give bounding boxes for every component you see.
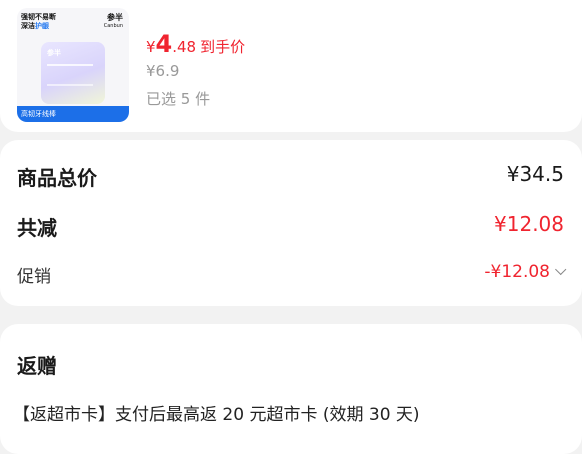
- reduce-label: 共减: [17, 216, 57, 240]
- thumbnail-tagline-1: 强韧不易断: [21, 13, 56, 21]
- brand-logo-text: 参半: [107, 13, 123, 22]
- original-price: ¥6.9: [146, 62, 180, 80]
- package-decoration: [47, 64, 93, 86]
- thumbnail-tagline-2a: 深洁: [21, 22, 35, 30]
- package-brand: 参半: [47, 49, 61, 57]
- rebate-description: 【返超市卡】支付后最高返 20 元超市卡 (效期 30 天): [13, 405, 420, 425]
- brand-logo-sub: Canbun: [103, 23, 123, 29]
- total-value: ¥34.5: [506, 162, 564, 186]
- selected-quantity: 已选 5 件: [146, 90, 211, 108]
- promo-row[interactable]: 促销 -¥12.08: [17, 262, 567, 292]
- product-thumbnail[interactable]: 强韧不易断 深洁护龈 参半 Canbun 参半 高韧牙线棒: [17, 8, 129, 122]
- promo-value: -¥12.08: [484, 262, 550, 282]
- thumbnail-bottom-label: 高韧牙线棒: [17, 106, 129, 122]
- promo-value-wrap[interactable]: -¥12.08: [484, 262, 567, 282]
- chevron-down-icon[interactable]: [555, 263, 567, 276]
- reduce-row: 共减 ¥12.08: [17, 212, 564, 242]
- thumbnail-tagline: 强韧不易断 深洁护龈: [21, 13, 81, 31]
- brand-logo: 参半 Canbun: [104, 13, 123, 31]
- reduce-value: ¥12.08: [494, 212, 564, 236]
- price-label: 到手价: [200, 38, 246, 56]
- total-row: 商品总价 ¥34.5: [17, 162, 564, 192]
- price-integer: 4: [155, 30, 173, 58]
- final-price: ¥4.48 到手价: [146, 30, 245, 58]
- rebate-title: 返赠: [17, 354, 57, 378]
- price-summary-card: 商品总价 ¥34.5 共减 ¥12.08 促销 -¥12.08: [0, 140, 582, 306]
- promo-label: 促销: [17, 267, 51, 287]
- rebate-card: 返赠 【返超市卡】支付后最高返 20 元超市卡 (效期 30 天): [0, 324, 582, 454]
- price-symbol: ¥: [146, 38, 156, 56]
- product-card: 强韧不易断 深洁护龈 参半 Canbun 参半 高韧牙线棒 ¥4.48 到手价 ¥…: [0, 0, 582, 132]
- thumbnail-tagline-2b: 护龈: [35, 22, 49, 30]
- total-label: 商品总价: [17, 166, 97, 190]
- price-decimal: .48: [172, 38, 197, 56]
